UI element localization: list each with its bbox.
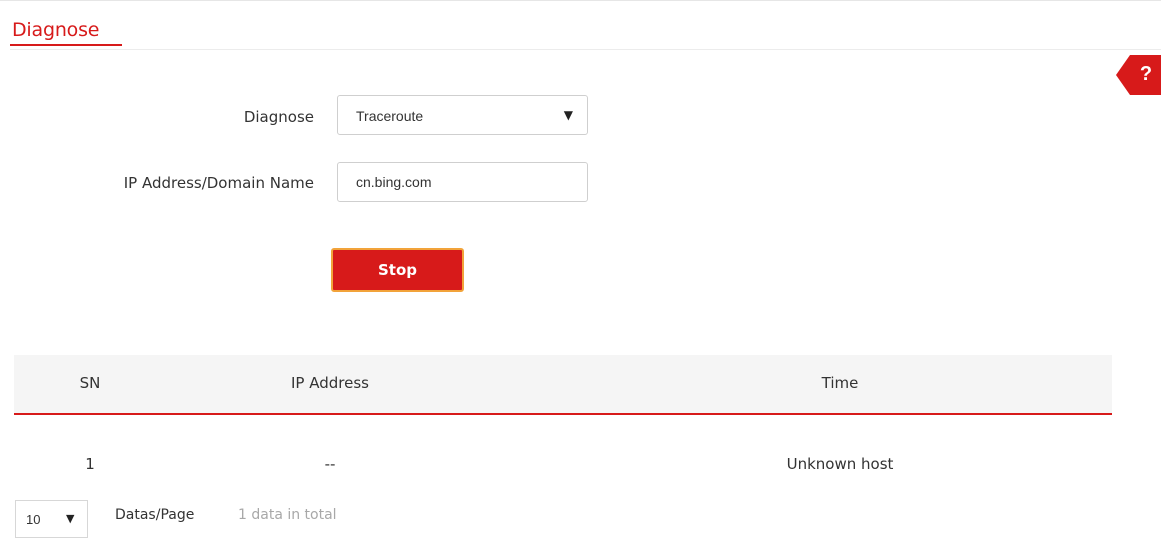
column-header-ip-address: IP Address (291, 374, 369, 392)
per-page-label: Datas/Page (115, 507, 195, 523)
cell-time: Unknown host (786, 455, 894, 473)
diagnose-select-value: Traceroute (356, 108, 424, 124)
help-icon: ? (1139, 63, 1153, 85)
diagnose-label: Diagnose (243, 108, 314, 126)
column-header-sn: SN (79, 374, 101, 392)
diagnose-panel: Diagnose ? Diagnose Traceroute ▼ IP Addr… (0, 0, 1161, 545)
table-header-underline (14, 413, 1112, 415)
tab-active-underline (10, 44, 122, 46)
stop-button[interactable]: Stop (331, 248, 464, 292)
total-count-text: 1 data in total (238, 507, 337, 523)
cell-sn: 1 (85, 455, 95, 473)
dropdown-arrow-icon: ▼ (66, 512, 75, 525)
tab-diagnose[interactable]: Diagnose (12, 18, 99, 42)
column-header-time: Time (821, 374, 859, 392)
ip-address-label: IP Address/Domain Name (123, 174, 314, 192)
help-button[interactable]: ? (1116, 55, 1161, 95)
diagnose-select[interactable]: Traceroute ▼ (337, 95, 588, 135)
cell-ip-address: -- (324, 455, 336, 473)
per-page-value: 10 (26, 512, 41, 527)
dropdown-arrow-icon: ▼ (563, 108, 573, 122)
ip-address-input[interactable] (337, 162, 588, 202)
tab-divider (10, 49, 1161, 50)
per-page-select[interactable]: 10 ▼ (15, 500, 88, 538)
